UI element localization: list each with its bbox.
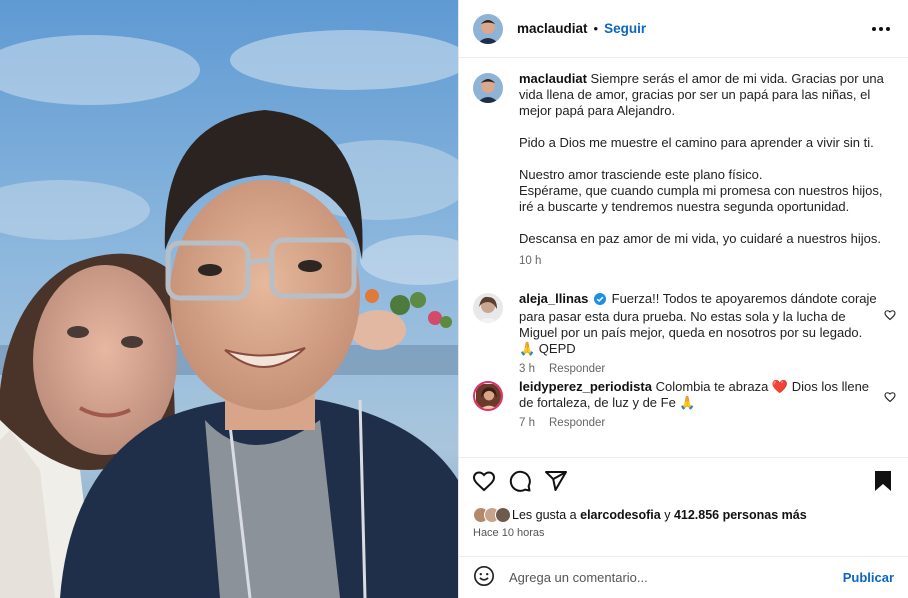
comment-text: leidyperez_periodista Colombia te abraza… (519, 379, 878, 411)
comment-time: 7 h (519, 417, 535, 429)
bookmark-icon[interactable] (870, 468, 896, 494)
comment-text: aleja_llinas Fuerza!! Todos te apoyaremo… (519, 291, 878, 357)
commenter-avatar[interactable] (473, 293, 503, 323)
separator-dot: • (593, 21, 599, 36)
commenter-username[interactable]: leidyperez_periodista (519, 379, 652, 394)
post-header: maclaudiat • Seguir (459, 0, 908, 58)
share-icon[interactable] (543, 468, 569, 494)
caption-paragraph-3: Nuestro amor trasciende este plano físic… (519, 167, 763, 182)
comment-composer: Agrega un comentario... Publicar (459, 556, 908, 598)
caption-time: 10 h (519, 255, 542, 267)
comment-like-heart-icon[interactable] (884, 391, 896, 406)
comment-like-heart-icon[interactable] (884, 309, 896, 324)
likes-count[interactable]: 412.856 personas más (674, 508, 807, 522)
comments-section[interactable]: maclaudiat Siempre serás el amor de mi v… (459, 59, 908, 457)
heart-icon[interactable] (471, 468, 497, 494)
comment-item: leidyperez_periodista Colombia te abraza… (473, 379, 896, 429)
caption-avatar[interactable] (473, 73, 503, 103)
likes-summary[interactable]: Les gusta a elarcodesofia y 412.856 pers… (473, 507, 807, 523)
caption-username[interactable]: maclaudiat (519, 71, 587, 86)
author-username[interactable]: maclaudiat (517, 21, 588, 36)
post-sidebar: maclaudiat • Seguir maclaudiat Siempre s… (458, 0, 908, 598)
post-comment-button[interactable]: Publicar (843, 570, 894, 585)
follow-button[interactable]: Seguir (604, 21, 646, 36)
likes-user[interactable]: elarcodesofia (580, 508, 661, 522)
instagram-post-window: maclaudiat • Seguir maclaudiat Siempre s… (0, 0, 908, 598)
likes-suffix: y (664, 508, 671, 522)
caption-paragraph-4: Espérame, que cuando cumpla mi promesa c… (519, 183, 883, 214)
verified-badge-icon (594, 293, 607, 309)
likes-prefix: Les gusta a (512, 508, 577, 522)
post-photo-image (0, 0, 458, 598)
comment-icon[interactable] (507, 468, 533, 494)
reply-button[interactable]: Responder (549, 417, 605, 429)
commenter-username[interactable]: aleja_llinas (519, 291, 588, 306)
reply-button[interactable]: Responder (549, 363, 605, 375)
more-icon[interactable] (868, 23, 894, 35)
comment-input[interactable]: Agrega un comentario... (509, 570, 648, 585)
likers-avatars (473, 507, 511, 523)
commenter-avatar[interactable] (473, 381, 503, 411)
post-time: Hace 10 horas (473, 527, 545, 539)
post-photo[interactable] (0, 0, 458, 598)
caption: maclaudiat Siempre serás el amor de mi v… (473, 71, 896, 267)
comment-time: 3 h (519, 363, 535, 375)
emoji-icon[interactable] (473, 565, 495, 590)
post-actions: Les gusta a elarcodesofia y 412.856 pers… (459, 457, 908, 547)
author-avatar[interactable] (473, 13, 503, 44)
caption-paragraph-5: Descansa en paz amor de mi vida, yo cuid… (519, 231, 882, 246)
comment-item: aleja_llinas Fuerza!! Todos te apoyaremo… (473, 291, 896, 375)
caption-text: maclaudiat Siempre serás el amor de mi v… (519, 71, 896, 119)
caption-paragraph-2: Pido a Dios me muestre el camino para ap… (519, 135, 874, 150)
